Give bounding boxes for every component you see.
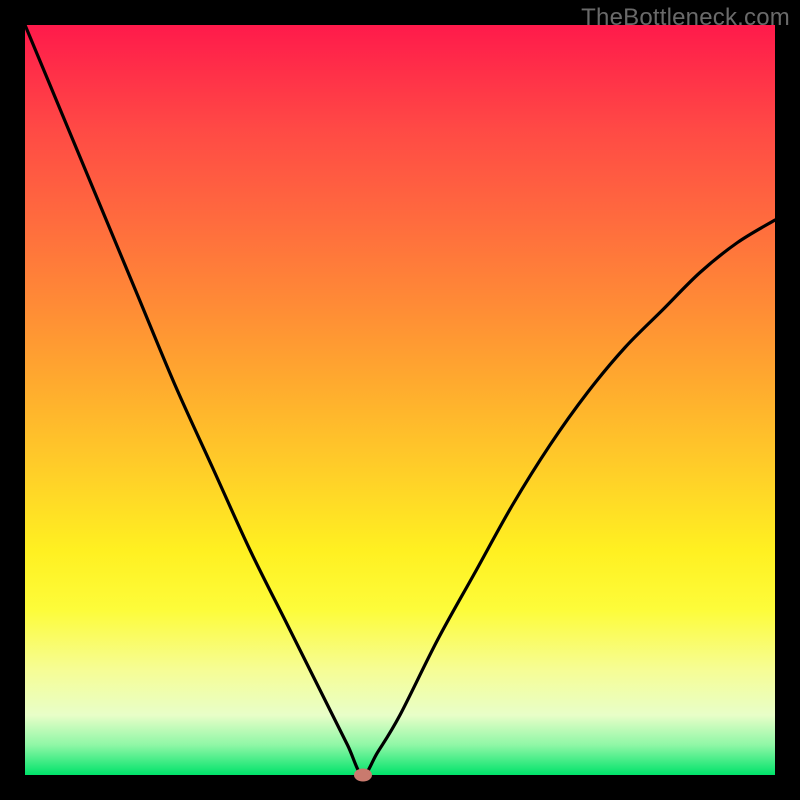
bottleneck-curve (25, 25, 775, 775)
watermark-label: TheBottleneck.com (581, 4, 790, 32)
chart-frame: TheBottleneck.com (0, 0, 800, 800)
plot-area (25, 25, 775, 775)
optimum-marker (354, 769, 372, 782)
